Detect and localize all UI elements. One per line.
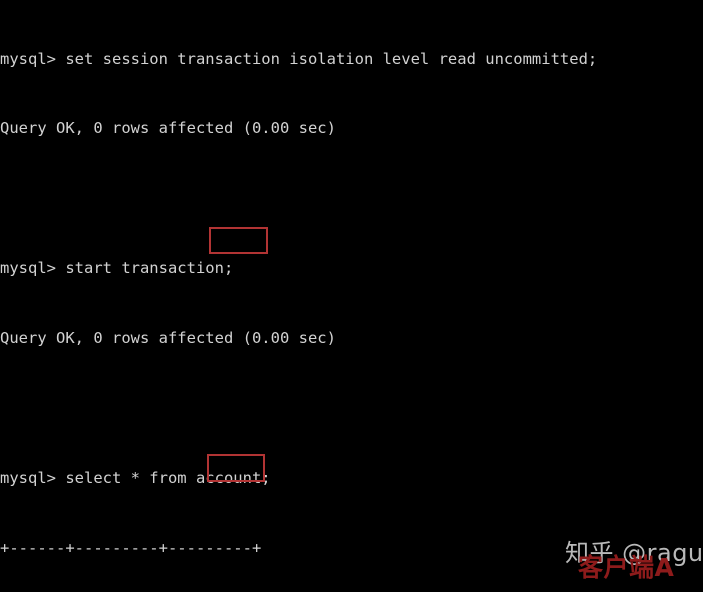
terminal-window: mysql> set session transaction isolation…	[0, 0, 703, 592]
terminal-line: Query OK, 0 rows affected (0.00 sec)	[0, 119, 336, 138]
terminal-line: mysql> start transaction;	[0, 259, 234, 278]
terminal-line: mysql> set session transaction isolation…	[0, 49, 598, 68]
table-separator: +------+---------+---------+	[0, 538, 262, 557]
terminal-line: mysql> select * from account;	[0, 468, 271, 487]
terminal-console-output[interactable]: mysql> set session transaction isolation…	[0, 1, 703, 592]
terminal-line: Query OK, 0 rows affected (0.00 sec)	[0, 329, 336, 348]
